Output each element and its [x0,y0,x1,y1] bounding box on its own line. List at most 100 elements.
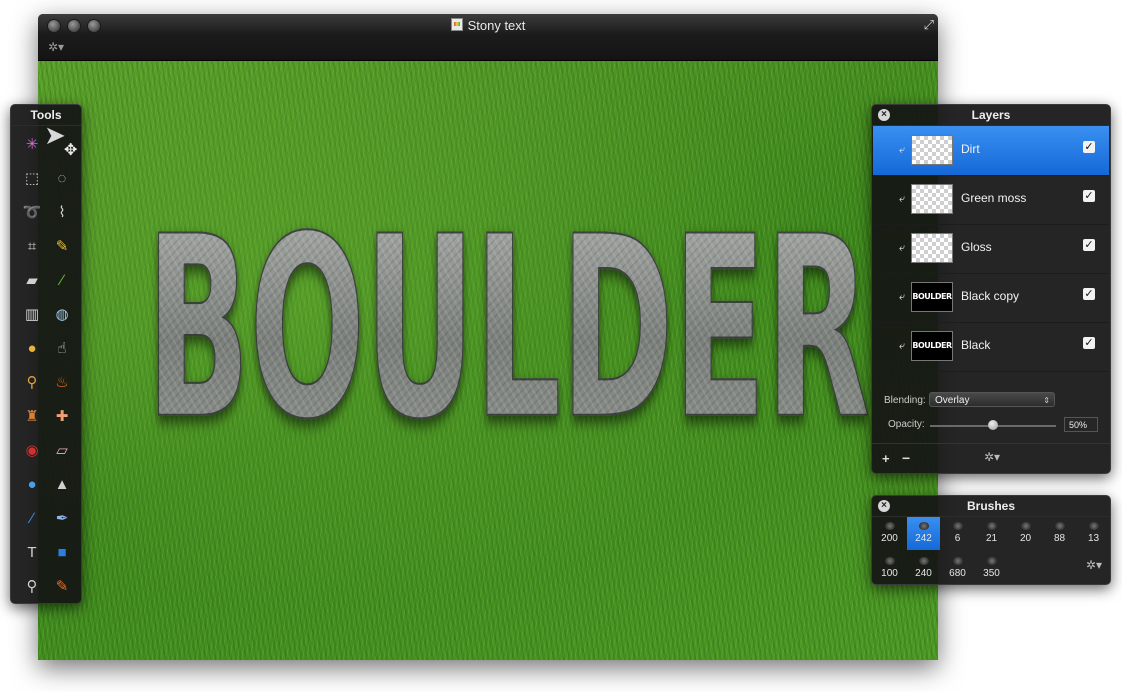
layer-row[interactable]: ⤶ Green moss ✓ [873,175,1109,225]
layers-footer: + − ✲▾ [872,443,1110,472]
tool-row: T ■ [17,535,77,569]
rect-select-icon[interactable]: ⬚ [17,163,47,193]
layer-visibility-checkbox[interactable]: ✓ [1083,141,1095,153]
sponge-icon[interactable]: ● [17,333,47,363]
brush-preset[interactable]: 100 [873,552,906,585]
brush-shape-icon [884,557,895,565]
tool-row: ⚲ ♨ [17,365,77,399]
color-picker-icon[interactable]: ✎ [47,571,77,601]
layer-visibility-checkbox[interactable]: ✓ [1083,239,1095,251]
layer-thumbnail: BOULDER [911,331,953,361]
layer-row[interactable]: ⤶ BOULDER Black copy ✓ [873,273,1109,323]
brush-shape-icon [952,522,963,530]
dodge-icon[interactable]: ⚲ [17,367,47,397]
brush-icon[interactable]: ∕ [47,265,77,295]
heal-icon[interactable]: ✚ [47,401,77,431]
paint-bucket-icon[interactable]: ◍ [47,299,77,329]
brush-preset[interactable]: 13 [1077,517,1110,550]
vector-pen-icon[interactable]: ✒ [47,503,77,533]
opacity-slider-knob[interactable] [988,420,998,430]
layer-link-icon: ⤶ [899,242,906,254]
burn-icon[interactable]: ♨ [47,367,77,397]
brushes-title: × Brushes [872,496,1110,517]
document-icon [450,18,463,31]
blending-select[interactable]: Overlay ⇕ [929,392,1055,407]
brush-preset[interactable]: 350 [975,552,1008,585]
clone-stamp-icon[interactable]: ♜ [17,401,47,431]
gradient-icon[interactable]: ▥ [17,299,47,329]
arrow-cursor-icon: ➤ [44,120,66,150]
layer-visibility-checkbox[interactable]: ✓ [1083,288,1095,300]
canvas-text: BOULDER [146,182,872,475]
layer-thumbnail: BOULDER [911,282,953,312]
layer-row[interactable]: ⤶ BOULDER Black ✓ [873,322,1109,372]
layers-title-text: Layers [971,108,1011,122]
tools-panel: Tools ✳ ⬚ ◌ ➰ ⌇ ⌗ ✎ ▰ ∕ ▥ ◍ ● ☝ ⚲ ♨ ♜ ✚ ◉ ▱ ● ▲ ∕ ✒ T ■ ⚲ ✎ [10,104,82,604]
brush-preset[interactable]: 88 [1043,517,1076,550]
boulder-text-layer: BOULDER [146,202,872,454]
layer-link-icon: ⤶ [899,340,906,352]
brush-preset[interactable]: 240 [907,552,940,585]
brush-size-label: 350 [983,568,1000,579]
layer-row[interactable]: ⤶ Dirt ✓ [873,126,1109,176]
brush-preset[interactable]: 21 [975,517,1008,550]
tool-row: ▰ ∕ [17,263,77,297]
brush-shape-icon [1020,522,1031,530]
window-title-text: Stony text [467,18,526,33]
layers-panel: × Layers ⤶ Dirt ✓ ⤶ Green moss ✓ ⤶ Gloss ✓ ⤶ BOULD… [871,104,1111,474]
opacity-slider[interactable] [930,420,1056,430]
sharpen-icon[interactable]: ▲ [47,469,77,499]
polygon-lasso-icon[interactable]: ⌇ [47,197,77,227]
pen-icon[interactable]: ∕ [17,503,47,533]
layer-visibility-checkbox[interactable]: ✓ [1083,337,1095,349]
layer-link-icon: ⤶ [899,291,906,303]
brush-preset[interactable]: 6 [941,517,974,550]
gear-icon[interactable]: ✲▾ [984,450,1000,464]
layer-thumbnail [911,135,953,165]
eraser-pink-icon[interactable]: ▱ [47,435,77,465]
brush-preset[interactable]: 680 [941,552,974,585]
brush-preset[interactable]: 200 [873,517,906,550]
remove-layer-button[interactable]: − [902,450,910,466]
image-canvas[interactable]: BOULDER [38,61,938,660]
crop-icon[interactable]: ⌗ [17,231,47,261]
opacity-label: Opacity: [888,419,925,430]
shape-icon[interactable]: ■ [47,537,77,567]
gear-icon[interactable]: ✲▾ [1086,558,1102,572]
lasso-icon[interactable]: ➰ [17,197,47,227]
smudge-icon[interactable]: ☝ [47,333,77,363]
magic-wand-icon[interactable]: ✳ [17,129,47,159]
brush-shape-icon [918,557,929,565]
tool-row: ⌗ ✎ [17,229,77,263]
layers-title: × Layers [872,105,1110,126]
window-title: Stony text [38,18,938,33]
blur-icon[interactable]: ● [17,469,47,499]
layer-name: Black [961,338,991,352]
opacity-input[interactable]: 50% [1064,417,1098,432]
tool-row: ◉ ▱ [17,433,77,467]
eraser-icon[interactable]: ▰ [17,265,47,295]
brush-preset[interactable]: 242 [907,517,940,550]
zoom-icon[interactable]: ⚲ [17,571,47,601]
layer-name: Dirt [961,142,980,156]
brush-size-label: 6 [954,533,961,544]
close-icon[interactable]: × [878,500,890,512]
fullscreen-icon[interactable]: ⤢ [924,17,934,33]
tool-row: ♜ ✚ [17,399,77,433]
brush-preset[interactable]: 20 [1009,517,1042,550]
red-eye-icon[interactable]: ◉ [17,435,47,465]
ellipse-select-icon[interactable]: ◌ [47,163,77,193]
eyedropper-icon[interactable]: ✎ [47,231,77,261]
layer-row[interactable]: ⤶ Gloss ✓ [873,224,1109,274]
document-window: Stony text ⤢ ✲▾ BOULDER [38,14,938,660]
gear-icon[interactable]: ✲▾ [48,40,64,54]
text-icon[interactable]: T [17,537,47,567]
brush-size-label: 20 [1019,533,1032,544]
title-bar[interactable]: Stony text ⤢ ✲▾ [38,14,938,61]
close-icon[interactable]: × [878,109,890,121]
add-layer-button[interactable]: + [882,451,890,466]
brush-shape-icon [952,557,963,565]
layer-visibility-checkbox[interactable]: ✓ [1083,190,1095,202]
brushes-title-text: Brushes [966,499,1016,513]
brushes-panel: × Brushes 200 242 6 21 20 88 13 100 240 680 350 ✲▾ [871,495,1111,585]
